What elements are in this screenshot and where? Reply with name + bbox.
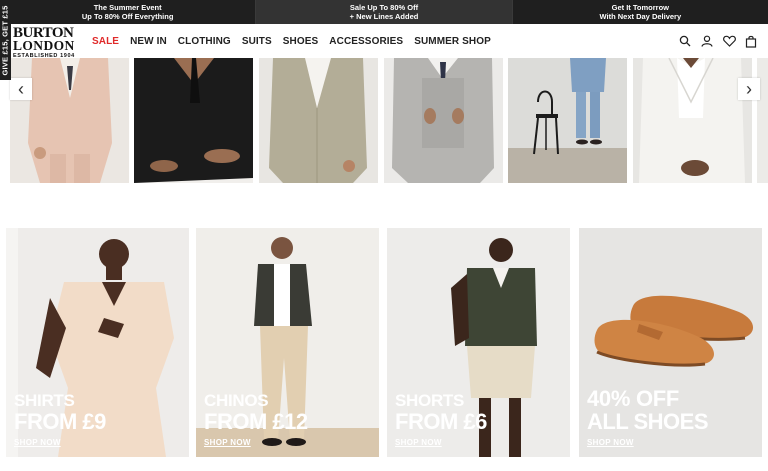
carousel-tile[interactable] — [633, 58, 752, 183]
category-text-shoes: 40% OFF ALL SHOES SHOP NOW — [587, 386, 709, 447]
promo-sale[interactable]: Sale Up To 80% Off + New Lines Added — [256, 0, 513, 24]
promo-line: The Summer Event — [93, 3, 162, 12]
carousel-next-button[interactable]: › — [738, 78, 760, 100]
category-card-shorts[interactable]: SHORTS FROM £6 SHOP NOW — [387, 228, 570, 457]
category-card-shoes[interactable]: 40% OFF ALL SHOES SHOP NOW — [579, 228, 762, 457]
category-title: 40% OFF — [587, 386, 680, 411]
category-text-shirts: SHIRTS FROM £9 SHOP NOW — [14, 391, 106, 448]
chevron-right-icon: › — [746, 79, 752, 99]
carousel-tile-image — [10, 58, 129, 183]
category-title: SHORTS — [395, 391, 465, 410]
carousel-tile-image — [508, 58, 627, 183]
shop-now-link[interactable]: SHOP NOW — [14, 438, 106, 447]
category-price: FROM £6 — [395, 409, 487, 434]
category-card-shirts[interactable]: SHIRTS FROM £9 SHOP NOW — [6, 228, 189, 457]
carousel-tile[interactable] — [508, 58, 627, 183]
shop-now-link[interactable]: SHOP NOW — [587, 438, 708, 447]
site-header: BURTON LONDON ESTABLISHED 1904 SALE NEW … — [0, 24, 768, 60]
main-nav: SALE NEW IN CLOTHING SUITS SHOES ACCESSO… — [92, 24, 502, 58]
brand-logo[interactable]: BURTON LONDON ESTABLISHED 1904 — [13, 26, 77, 60]
carousel-tile-image — [384, 58, 503, 183]
carousel-tile[interactable] — [134, 58, 253, 183]
wishlist-heart-icon[interactable] — [722, 34, 736, 48]
nav-item-clothing[interactable]: CLOTHING — [178, 36, 231, 47]
promo-line: + New Lines Added — [349, 12, 419, 21]
promo-line: With Next Day Delivery — [599, 12, 682, 21]
category-price: ALL SHOES — [587, 409, 709, 434]
promo-delivery[interactable]: Get It Tomorrow With Next Day Delivery — [513, 0, 768, 24]
category-title: CHINOS — [204, 391, 269, 410]
category-text-shorts: SHORTS FROM £6 SHOP NOW — [395, 391, 487, 448]
category-price: FROM £9 — [14, 409, 106, 434]
promo-bar: The Summer Event Up To 80% Off Everythin… — [0, 0, 768, 24]
nav-item-new-in[interactable]: NEW IN — [130, 36, 167, 47]
header-icons — [678, 24, 758, 58]
nav-item-sale[interactable]: SALE — [92, 36, 119, 47]
carousel-tile[interactable] — [10, 58, 129, 183]
nav-item-accessories[interactable]: ACCESSORIES — [329, 36, 403, 47]
carousel-tile-image — [259, 58, 378, 183]
nav-item-summer-shop[interactable]: SUMMER SHOP — [414, 36, 491, 47]
nav-item-shoes[interactable]: SHOES — [283, 36, 319, 47]
referral-tab-label: GIVE £15, GET £15 — [1, 4, 11, 76]
carousel-tile-image — [134, 58, 253, 183]
category-text-chinos: CHINOS FROM £12 SHOP NOW — [204, 391, 308, 448]
carousel-prev-button[interactable]: ‹ — [10, 78, 32, 100]
carousel-tile-image — [633, 58, 752, 183]
carousel-tile[interactable] — [384, 58, 503, 183]
promo-line: Sale Up To 80% Off — [349, 3, 419, 12]
carousel-tile-partial — [757, 58, 768, 183]
bag-icon[interactable] — [744, 34, 758, 48]
promo-line: Up To 80% Off Everything — [81, 12, 174, 21]
carousel-tile[interactable] — [259, 58, 378, 183]
category-card-chinos[interactable]: CHINOS FROM £12 SHOP NOW — [196, 228, 379, 457]
category-title: SHIRTS — [14, 391, 75, 410]
account-icon[interactable] — [700, 34, 714, 48]
category-price: FROM £12 — [204, 409, 308, 434]
shop-now-link[interactable]: SHOP NOW — [395, 438, 487, 447]
promo-line: Get It Tomorrow — [611, 3, 669, 12]
referral-side-tab[interactable]: GIVE £15, GET £15 — [0, 0, 11, 80]
shop-now-link[interactable]: SHOP NOW — [204, 438, 308, 447]
nav-item-suits[interactable]: SUITS — [242, 36, 272, 47]
promo-summer-event[interactable]: The Summer Event Up To 80% Off Everythin… — [0, 0, 257, 24]
logo-line-london: LONDON — [13, 38, 75, 53]
search-icon[interactable] — [678, 34, 692, 48]
suits-carousel: ‹ › — [0, 58, 768, 184]
chevron-left-icon: ‹ — [18, 79, 24, 99]
